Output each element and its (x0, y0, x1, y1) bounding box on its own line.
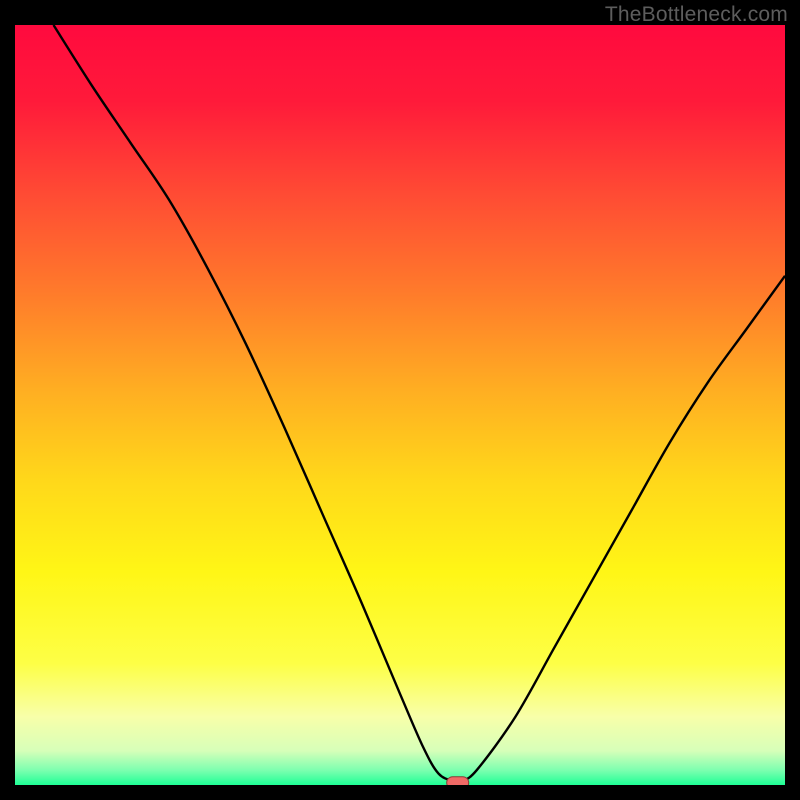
watermark-text: TheBottleneck.com (605, 3, 788, 27)
chart-frame: TheBottleneck.com (0, 0, 800, 800)
optimal-marker (447, 777, 469, 785)
gradient-background (15, 25, 785, 785)
plot-area (15, 25, 785, 785)
chart-svg (15, 25, 785, 785)
